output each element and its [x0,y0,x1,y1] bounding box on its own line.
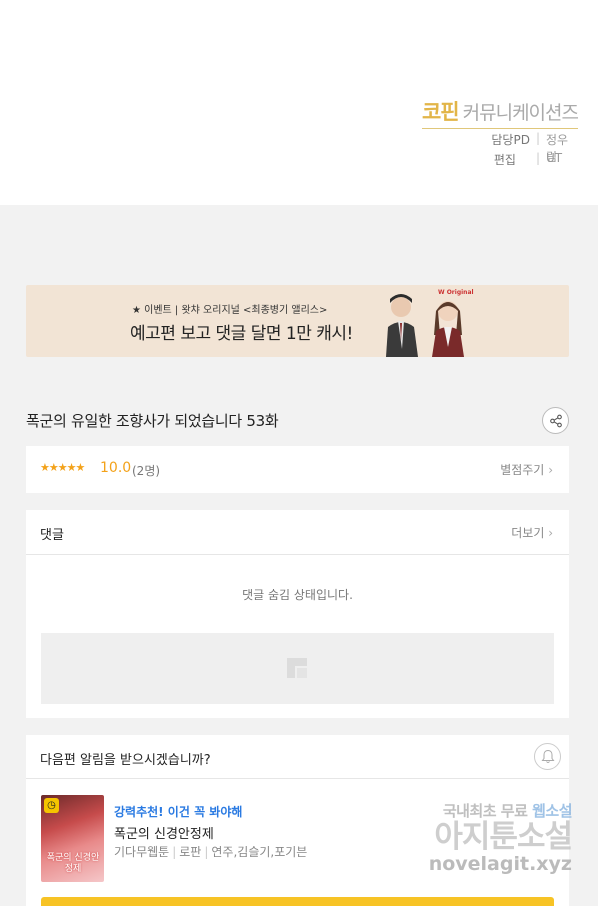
episode-title: 폭군의 유일한 조향사가 되었습니다 53화 [26,412,279,430]
rating-count: (2명) [132,464,161,478]
recommendation-tag: 강력추천! 이건 꼭 봐야해 [114,805,243,819]
chevron-right-icon: › [548,526,553,540]
rating-stars: ★★★★★ [40,461,85,474]
credit-row-editor: 편집 | UT [494,151,578,168]
publisher-logo: 코핀 커뮤니케이션즈 [421,96,579,129]
event-banner[interactable]: ★ 이벤트 | 왓챠 오리지널 <최종병기 앨리스> 예고편 보고 댓글 달면 … [26,285,569,357]
notify-bell-button[interactable] [534,743,561,770]
recommendation-meta: 기다무웹툰 | 로판 | 연주,김슬기,포기븐 [114,843,307,860]
comments-card: 댓글 더보기 › 댓글 숨김 상태입니다. [26,510,569,718]
chevron-right-icon: › [548,463,553,477]
comments-header: 댓글 더보기 › [26,510,569,555]
clock-icon: ◷ [44,798,59,813]
recommendation-authors: 연주,김슬기,포기븐 [211,845,308,859]
publisher-name: 커뮤니케이션즈 [462,102,579,124]
recommendation-title[interactable]: 폭군의 신경안정제 [114,823,214,842]
recommendation-genre: 기다무웹툰 [114,845,170,859]
comments-hidden-message: 댓글 숨김 상태입니다. [242,588,353,602]
recommendation-cover[interactable]: ◷ 폭군의 신경안정제 [41,795,104,882]
rate-button[interactable]: 별점주기 › [500,461,553,478]
next-episode-notify-card: 다음편 알림을 받으시겠습니까? ◷ 폭군의 신경안정제 강력추천! 이건 꼭 … [26,735,569,906]
share-button[interactable] [542,407,569,434]
share-icon [549,414,562,427]
publisher-brand: 코핀 [421,100,460,124]
meta-separator: | [172,845,177,859]
rate-button-label: 별점주기 [500,463,545,477]
credit-name: UT [546,151,563,165]
credit-role: 편집 [493,153,516,167]
comments-label: 댓글 [40,528,64,543]
comments-more-label: 더보기 [511,526,545,540]
bell-icon [541,749,554,763]
banner-characters-illustration [386,294,464,357]
credit-separator: | [535,151,540,165]
meta-separator: | [204,845,209,859]
recommendation-category: 로판 [179,845,202,859]
notify-header: 다음편 알림을 받으시겠습니까? [26,735,569,779]
ad-placeholder [41,633,554,704]
notify-question: 다음편 알림을 받으시겠습니까? [40,753,211,768]
rating-card: ★★★★★ 10.0 (2명) 별점주기 › [26,446,569,493]
rating-value: 10.0 [100,460,132,476]
comments-more-link[interactable]: 더보기 › [511,524,553,541]
credits-area: 코핀 커뮤니케이션즈 담당PD | 정우림 편집 | UT [0,0,598,205]
notify-subscribe-button[interactable] [41,897,554,906]
cover-title-text: 폭군의 신경안정제 [46,853,100,874]
banner-headline: 예고편 보고 댓글 달면 1만 캐시! [130,324,353,344]
banner-event-line: ★ 이벤트 | 왓챠 오리지널 <최종병기 앨리스> [132,305,328,316]
image-placeholder-icon [287,658,307,678]
